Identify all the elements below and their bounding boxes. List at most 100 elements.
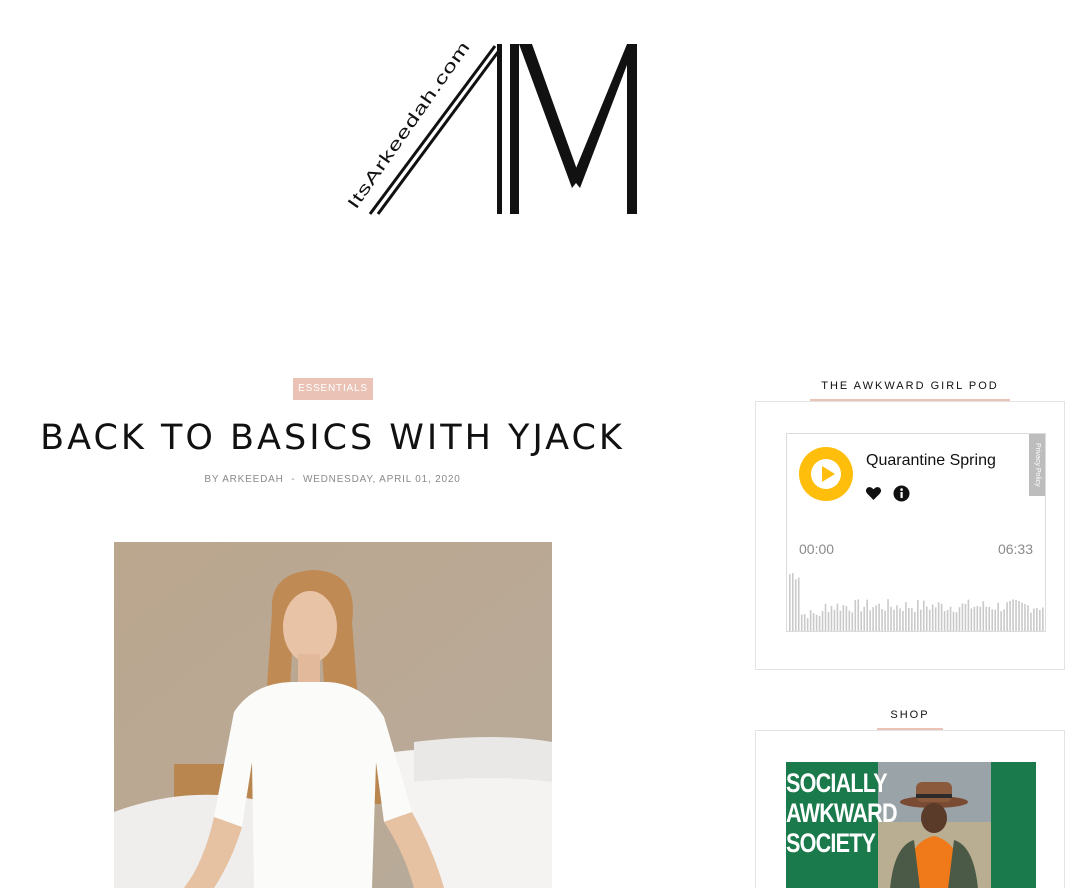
- waveform-bar: [857, 599, 860, 631]
- waveform-bar: [1018, 600, 1020, 631]
- waveform-bar: [863, 606, 866, 631]
- waveform-bar: [955, 612, 958, 631]
- waveform-bar: [794, 579, 797, 631]
- waveform-bar: [991, 609, 994, 631]
- waveform-bar: [824, 603, 827, 631]
- meta-prefix: BY: [204, 474, 220, 485]
- logo-graphic: ItsArkeedah.com: [344, 38, 637, 215]
- post-title[interactable]: BACK TO BASICS WITH YJACK: [0, 418, 665, 458]
- play-button[interactable]: [799, 447, 853, 501]
- waveform-bar: [937, 602, 940, 631]
- waveform-bar: [821, 611, 824, 631]
- waveform-bar: [967, 599, 970, 631]
- time-elapsed: 00:00: [799, 541, 835, 557]
- waveform-bar: [833, 609, 836, 631]
- waveform-bar: [1015, 600, 1017, 631]
- waveform-bar: [1003, 609, 1005, 631]
- waveform-bar: [994, 609, 996, 631]
- waveform-bar: [884, 610, 886, 631]
- waveform-bar: [919, 609, 922, 631]
- waveform-bar: [899, 608, 901, 631]
- podcast-widget: Quarantine Spring Privacy Policy 00:00 0…: [755, 401, 1065, 670]
- post-photo: [114, 542, 552, 888]
- waveform-bar: [1027, 605, 1029, 631]
- waveform-bar: [946, 609, 949, 631]
- waveform-bar: [818, 616, 821, 631]
- shop-banner-line: SOCIETY: [786, 828, 876, 858]
- waveform-bar: [1036, 608, 1038, 631]
- waveform-bar: [973, 606, 976, 631]
- waveform-bar: [988, 606, 991, 631]
- waveform-bar: [902, 610, 904, 631]
- post-featured-image[interactable]: [114, 542, 552, 888]
- time-total: 06:33: [997, 541, 1033, 557]
- heart-icon[interactable]: [865, 485, 882, 502]
- play-icon: [811, 459, 841, 489]
- waveform-bar: [908, 608, 910, 631]
- waveform-bar: [1033, 608, 1035, 631]
- audio-waveform[interactable]: [789, 565, 1045, 631]
- waveform-bar: [982, 601, 985, 631]
- waveform-bar: [848, 610, 851, 631]
- waveform-bar: [872, 607, 874, 631]
- category-badge[interactable]: ESSENTIALS: [293, 378, 373, 400]
- waveform-bar: [1000, 611, 1002, 631]
- waveform-bar: [839, 610, 842, 631]
- shop-banner-line: AWKWARD: [786, 798, 898, 828]
- waveform-bar: [869, 610, 871, 631]
- waveform-bar: [917, 600, 919, 631]
- waveform-bar: [845, 606, 848, 631]
- site-logo[interactable]: ItsArkeedah.com: [340, 28, 650, 223]
- waveform-bar: [806, 618, 809, 631]
- waveform-bar: [964, 603, 967, 631]
- post-author[interactable]: ARKEEDAH: [222, 474, 283, 485]
- waveform-bar: [985, 606, 988, 631]
- post-meta: BY ARKEEDAH - WEDNESDAY, APRIL 01, 2020: [0, 474, 665, 485]
- waveform-bar: [940, 603, 943, 631]
- privacy-policy-link[interactable]: Privacy Policy: [1029, 434, 1045, 496]
- waveform-bar: [896, 605, 898, 631]
- waveform-bar: [925, 606, 928, 631]
- waveform-bar: [961, 603, 964, 631]
- waveform-bar: [970, 608, 973, 631]
- shop-banner[interactable]: SOCIALLY AWKWARD SOCIETY: [786, 762, 1036, 888]
- waveform-bar: [803, 613, 806, 631]
- waveform-bar: [854, 599, 857, 631]
- waveform-bar: [797, 577, 800, 631]
- waveform-bar: [949, 606, 952, 631]
- waveform-bar: [997, 602, 999, 631]
- waveform-bar: [890, 606, 892, 631]
- waveform-bar: [887, 599, 889, 631]
- waveform-bar: [914, 611, 916, 631]
- waveform-bar: [934, 607, 937, 631]
- waveform-bar: [893, 609, 895, 631]
- waveform-bar: [789, 574, 791, 631]
- waveform-bar: [815, 614, 818, 631]
- waveform-bar: [860, 611, 863, 631]
- waveform-bar: [958, 607, 961, 631]
- waveform-bar: [911, 608, 913, 631]
- waveform-bar: [1030, 612, 1032, 631]
- shop-widget: SOCIALLY AWKWARD SOCIETY: [755, 730, 1065, 888]
- waveform-bar: [1024, 604, 1026, 631]
- info-icon[interactable]: [893, 485, 910, 502]
- shop-banner-line: SOCIALLY: [786, 768, 888, 798]
- waveform-bar: [931, 604, 934, 631]
- waveform-bar: [878, 603, 880, 631]
- waveform-bar: [791, 573, 794, 631]
- waveform-bar: [1021, 602, 1023, 631]
- podcast-player: Quarantine Spring Privacy Policy 00:00 0…: [786, 433, 1046, 632]
- episode-title[interactable]: Quarantine Spring: [866, 452, 996, 470]
- podcast-widget-title-text: THE AWKWARD GIRL POD: [821, 380, 999, 392]
- waveform-bar: [830, 606, 833, 631]
- waveform-bar: [928, 609, 931, 631]
- waveform-bar: [976, 606, 979, 631]
- waveform-bar: [1039, 609, 1041, 631]
- waveform-bar: [952, 611, 955, 631]
- waveform-bar: [1006, 602, 1008, 631]
- waveform-bar: [1009, 600, 1011, 631]
- shop-banner-text: SOCIALLY AWKWARD SOCIETY: [786, 768, 898, 858]
- shop-widget-title: SHOP: [755, 709, 1065, 730]
- waveform-bar: [943, 611, 946, 631]
- waveform-bar: [812, 613, 815, 631]
